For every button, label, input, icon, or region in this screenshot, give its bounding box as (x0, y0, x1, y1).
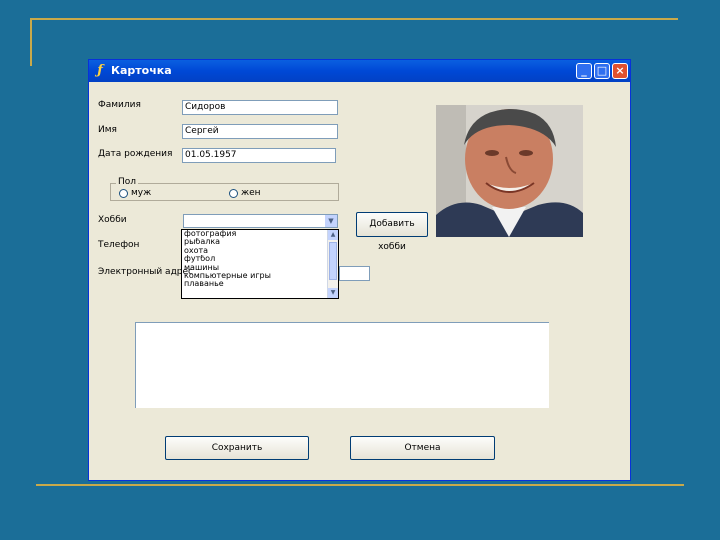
email-field[interactable] (339, 266, 370, 281)
hobby-combobox[interactable]: ▼ (183, 214, 338, 228)
close-icon: × (615, 64, 625, 77)
birthdate-label: Дата рождения (98, 149, 173, 159)
name-label: Имя (98, 125, 117, 135)
scroll-down-icon[interactable]: ▼ (328, 288, 338, 298)
decor-line-top (30, 18, 678, 20)
list-item[interactable]: футбол (182, 255, 338, 263)
gender-group-label: Пол (116, 177, 139, 187)
gender-female-radio[interactable] (229, 189, 238, 198)
minimize-button[interactable]: _ (576, 63, 592, 79)
phone-label: Телефон (98, 240, 140, 250)
scrollbar-thumb[interactable] (329, 242, 337, 280)
person-photo-image (436, 105, 583, 237)
person-photo (436, 105, 583, 237)
email-label: Электронный адрес (98, 267, 193, 277)
list-item[interactable]: машины (182, 264, 338, 272)
title-bar[interactable]: ƒ Карточка _ □ × (89, 60, 630, 82)
scroll-up-icon[interactable]: ▲ (328, 230, 338, 240)
save-button[interactable]: Сохранить (165, 436, 309, 460)
window-title: Карточка (111, 64, 172, 77)
close-button[interactable]: × (612, 63, 628, 79)
list-item[interactable]: рыбалка (182, 238, 338, 246)
notes-memo[interactable] (135, 322, 549, 408)
decor-line-left (30, 18, 32, 66)
cancel-button[interactable]: Отмена (350, 436, 495, 460)
list-item[interactable]: плаванье (182, 280, 338, 288)
maximize-icon: □ (596, 64, 608, 77)
maximize-button[interactable]: □ (594, 63, 610, 79)
card-window: ƒ Карточка _ □ × Фамилия Сидоров Имя Сер… (88, 59, 631, 481)
gender-male-radio[interactable] (119, 189, 128, 198)
birthdate-field[interactable]: 01.05.1957 (182, 148, 336, 163)
list-item[interactable]: фотография (182, 230, 338, 238)
dropdown-scrollbar[interactable]: ▲ ▼ (327, 230, 338, 298)
surname-label: Фамилия (98, 100, 141, 110)
hobby-dropdown-list[interactable]: фотография рыбалка охота футбол машины к… (181, 229, 339, 299)
hobby-label: Хобби (98, 215, 127, 225)
add-hobby-button[interactable]: Добавить хобби (356, 212, 428, 252)
surname-field[interactable]: Сидоров (182, 100, 338, 115)
app-icon: ƒ (97, 63, 103, 78)
gender-female-label: жен (241, 188, 261, 198)
name-field[interactable]: Сергей (182, 124, 338, 139)
minimize-icon: _ (581, 64, 587, 77)
chevron-down-icon[interactable]: ▼ (325, 215, 337, 227)
gender-male-label: муж (131, 188, 152, 198)
decor-line-bottom (36, 484, 684, 486)
list-item[interactable]: компьютерные игры (182, 272, 338, 280)
list-item[interactable]: охота (182, 247, 338, 255)
